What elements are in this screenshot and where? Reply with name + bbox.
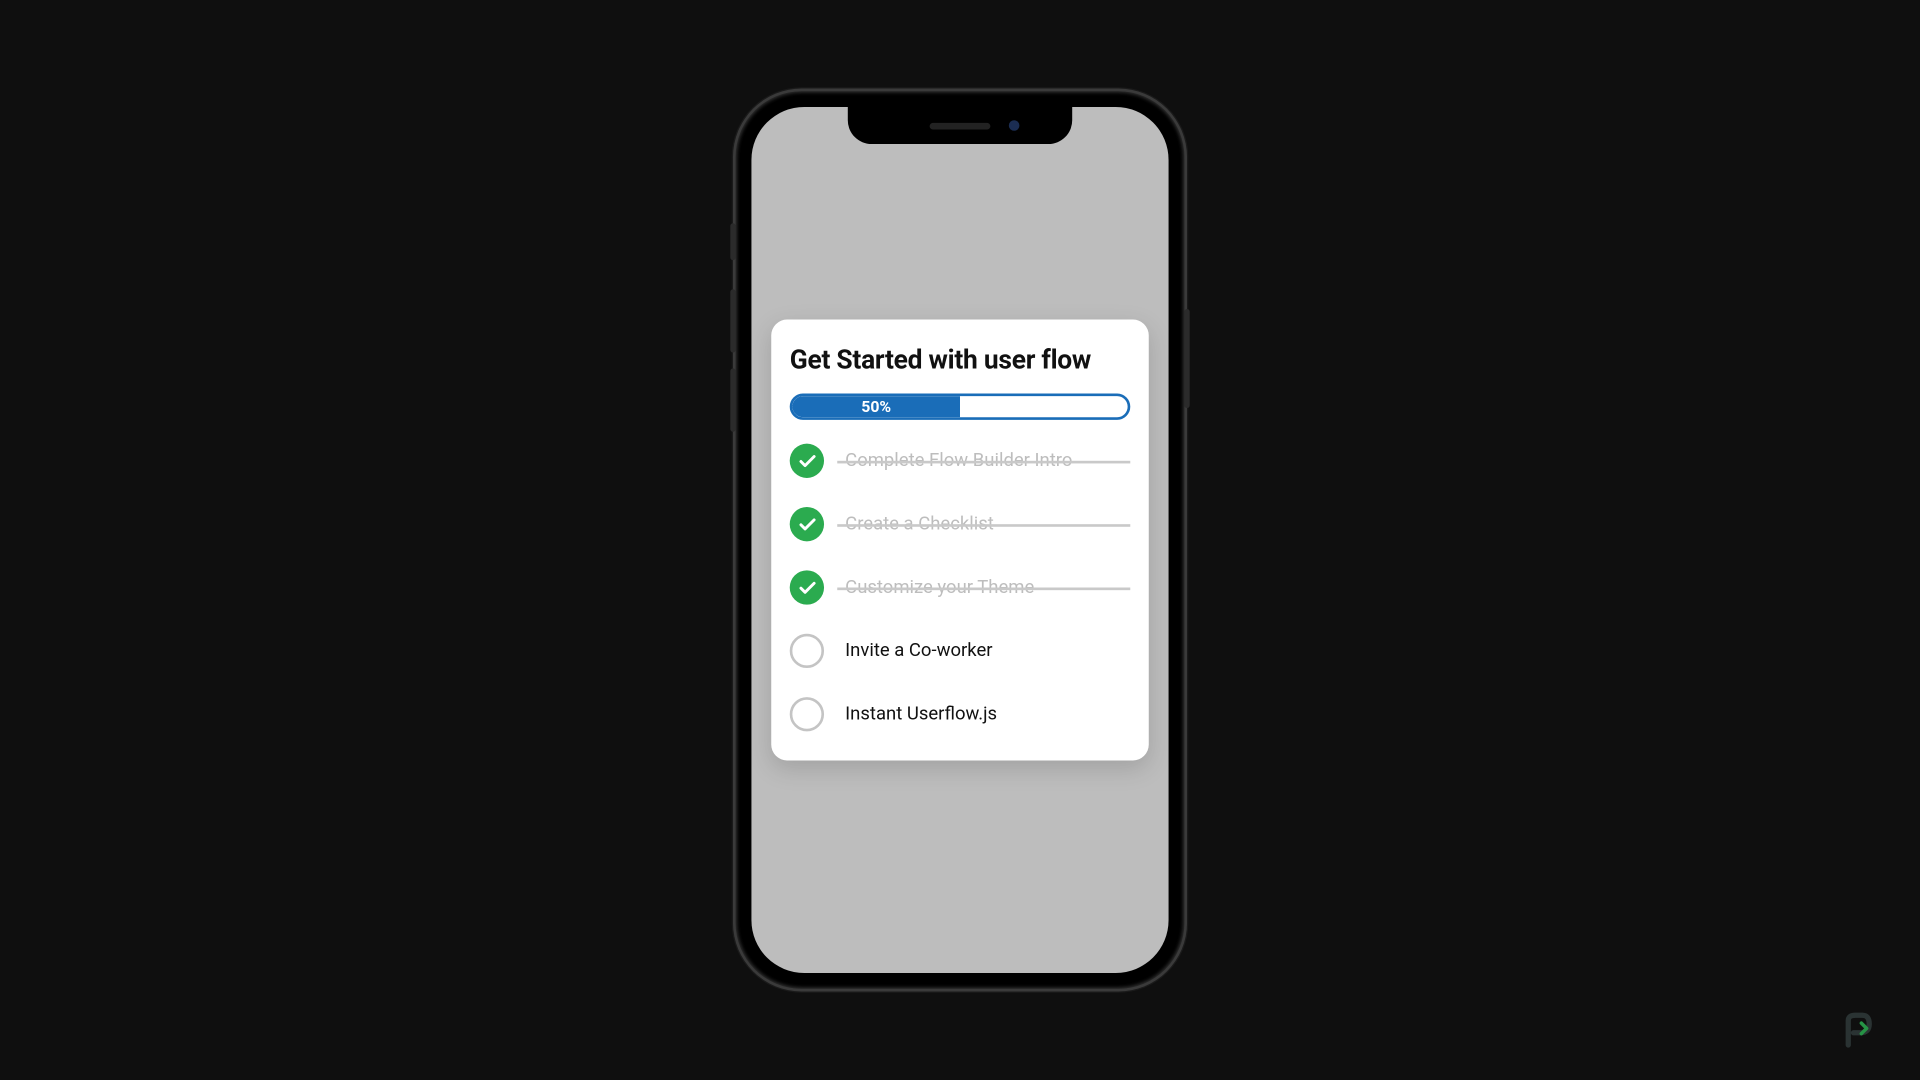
check-icon (790, 444, 824, 478)
checklist: Complete Flow Builder Intro Create a Che… (790, 444, 1131, 732)
checklist-item-label: Customize your Theme (845, 577, 1130, 598)
phone-mute-switch (730, 223, 735, 260)
checklist-item-complete-flow-builder-intro[interactable]: Complete Flow Builder Intro (790, 444, 1131, 478)
circle-icon (790, 634, 824, 668)
progress-bar: 50% (790, 393, 1131, 419)
checklist-item-label: Complete Flow Builder Intro (845, 450, 1130, 471)
phone-volume-up (730, 289, 735, 352)
check-icon (790, 507, 824, 541)
phone-screen: Get Started with user flow 50% Complete … (751, 107, 1168, 973)
checklist-item-label: Instant Userflow.js (845, 704, 1130, 725)
phone-power-button (1184, 309, 1189, 408)
checklist-item-label: Invite a Co-worker (845, 640, 1130, 661)
progress-fill: 50% (792, 396, 960, 417)
card-title: Get Started with user flow (790, 343, 1131, 375)
checklist-item-create-a-checklist[interactable]: Create a Checklist (790, 507, 1131, 541)
checklist-item-instant-userflow-js[interactable]: Instant Userflow.js (790, 697, 1131, 731)
phone-frame: Get Started with user flow 50% Complete … (736, 91, 1185, 989)
phone-volume-down (730, 368, 735, 431)
circle-icon (790, 697, 824, 731)
checklist-item-customize-your-theme[interactable]: Customize your Theme (790, 570, 1131, 604)
check-icon (790, 570, 824, 604)
phone-notch (848, 107, 1072, 144)
phone-camera (1009, 120, 1020, 131)
onboarding-card: Get Started with user flow 50% Complete … (771, 320, 1149, 761)
brand-logo-icon (1836, 1010, 1878, 1052)
phone-speaker (930, 122, 991, 129)
checklist-item-label: Create a Checklist (845, 514, 1130, 535)
checklist-item-invite-a-co-worker[interactable]: Invite a Co-worker (790, 634, 1131, 668)
